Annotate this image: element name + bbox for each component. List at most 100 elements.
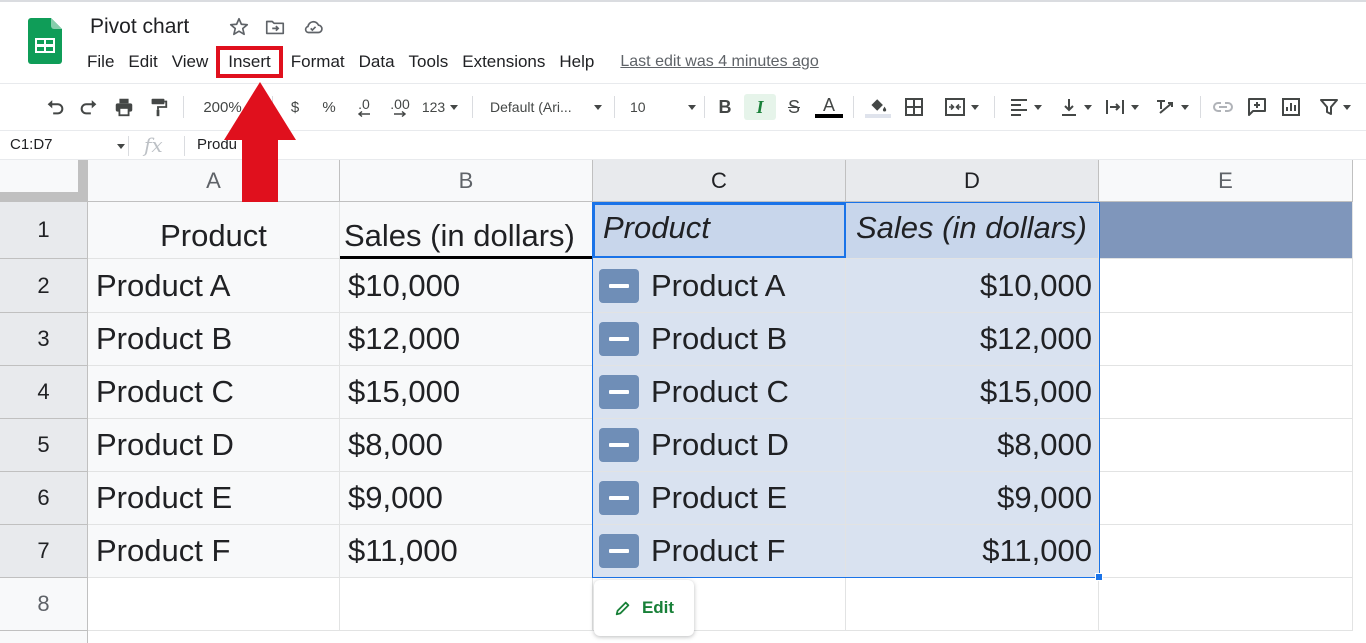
cell-c1[interactable]: Product — [593, 202, 846, 259]
row-header-7[interactable]: 7 — [0, 525, 88, 578]
collapse-group-button[interactable] — [599, 481, 639, 515]
cell-c2[interactable]: Product A — [593, 259, 846, 313]
cell-d2[interactable]: $10,000 — [846, 259, 1099, 313]
fill-handle[interactable] — [1095, 573, 1103, 581]
cell-b4[interactable]: $15,000 — [340, 366, 593, 419]
cell-b2[interactable]: $10,000 — [340, 259, 593, 313]
strikethrough-button[interactable]: S — [782, 94, 806, 120]
row-header-4[interactable]: 4 — [0, 366, 88, 419]
cell-a7[interactable]: Product F — [88, 525, 340, 578]
cell-b7[interactable]: $11,000 — [340, 525, 593, 578]
last-edit-link[interactable]: Last edit was 4 minutes ago — [620, 53, 818, 71]
cell-e8[interactable] — [1099, 578, 1353, 631]
cell-c6[interactable]: Product E — [593, 472, 846, 525]
star-icon[interactable] — [228, 16, 250, 38]
text-rotation-button[interactable] — [1150, 94, 1192, 120]
filter-button[interactable] — [1314, 94, 1356, 120]
cell-b6[interactable]: $9,000 — [340, 472, 593, 525]
cell-a6[interactable]: Product E — [88, 472, 340, 525]
row-header-8[interactable]: 8 — [0, 578, 88, 631]
text-wrapping-button[interactable] — [1100, 94, 1142, 120]
cell-b5[interactable]: $8,000 — [340, 419, 593, 472]
pivot-edit-button[interactable]: Edit — [594, 580, 694, 636]
collapse-group-button[interactable] — [599, 375, 639, 409]
font-size-select[interactable]: 10 — [624, 94, 696, 120]
collapse-group-button[interactable] — [599, 268, 639, 303]
horizontal-align-button[interactable] — [1004, 94, 1046, 120]
menu-file[interactable]: File — [80, 49, 121, 75]
cell-e4[interactable] — [1099, 366, 1353, 419]
menu-help[interactable]: Help — [552, 49, 601, 75]
cloud-saved-icon[interactable] — [302, 16, 324, 38]
percent-format-button[interactable]: % — [318, 94, 340, 120]
paint-format-icon[interactable] — [145, 94, 171, 120]
increase-decimal-button[interactable]: .00 — [386, 94, 414, 120]
borders-button[interactable] — [901, 94, 927, 120]
cell-b3[interactable]: $12,000 — [340, 313, 593, 366]
name-box[interactable]: C1:D7 — [10, 136, 53, 153]
cell-e5[interactable] — [1099, 419, 1353, 472]
move-to-folder-icon[interactable] — [264, 16, 286, 38]
cell-d3[interactable]: $12,000 — [846, 313, 1099, 366]
font-family-select[interactable]: Default (Ari... — [484, 94, 602, 120]
sheets-logo-icon[interactable] — [28, 18, 62, 64]
row-header-1[interactable]: 1 — [0, 202, 88, 259]
text-color-button[interactable]: A — [814, 94, 844, 120]
vertical-align-button[interactable] — [1054, 94, 1096, 120]
cell-a1[interactable]: Product — [88, 202, 340, 259]
cell-e1[interactable] — [1099, 202, 1353, 259]
column-header-b[interactable]: B — [340, 160, 593, 202]
collapse-group-button[interactable] — [599, 534, 639, 568]
cell-a2[interactable]: Product A — [88, 259, 340, 313]
menu-format[interactable]: Format — [284, 49, 352, 75]
cell-b1[interactable]: Sales (in dollars) — [340, 202, 593, 259]
cell-e6[interactable] — [1099, 472, 1353, 525]
menu-edit[interactable]: Edit — [121, 49, 164, 75]
menu-insert[interactable]: Insert — [216, 46, 283, 78]
insert-link-button[interactable] — [1210, 94, 1236, 120]
more-formats-select[interactable]: 123 — [420, 94, 460, 120]
cell-a4[interactable]: Product C — [88, 366, 340, 419]
row-header-6[interactable]: 6 — [0, 472, 88, 525]
cell-a5[interactable]: Product D — [88, 419, 340, 472]
cell-c5[interactable]: Product D — [593, 419, 846, 472]
cell-d8[interactable] — [846, 578, 1099, 631]
column-header-c[interactable]: C — [593, 160, 846, 202]
fill-color-button[interactable] — [864, 94, 892, 120]
cell-d5[interactable]: $8,000 — [846, 419, 1099, 472]
decrease-decimal-button[interactable]: .0 — [352, 94, 376, 120]
cell-c4[interactable]: Product C — [593, 366, 846, 419]
cell-a8[interactable] — [88, 578, 340, 631]
collapse-group-button[interactable] — [599, 322, 639, 356]
cell-e2[interactable] — [1099, 259, 1353, 313]
cell-d6[interactable]: $9,000 — [846, 472, 1099, 525]
menu-data[interactable]: Data — [352, 49, 402, 75]
merge-cells-button[interactable] — [936, 94, 986, 120]
document-title[interactable]: Pivot chart — [90, 15, 189, 39]
collapse-group-button[interactable] — [599, 428, 639, 462]
chevron-down-icon[interactable] — [117, 144, 125, 149]
bold-button[interactable]: B — [714, 94, 736, 120]
cell-a3[interactable]: Product B — [88, 313, 340, 366]
column-header-d[interactable]: D — [846, 160, 1099, 202]
undo-icon[interactable] — [42, 94, 68, 120]
cell-d1[interactable]: Sales (in dollars) — [846, 202, 1099, 259]
insert-comment-button[interactable] — [1244, 94, 1270, 120]
redo-icon[interactable] — [76, 94, 102, 120]
insert-chart-button[interactable] — [1278, 94, 1304, 120]
row-header-5[interactable]: 5 — [0, 419, 88, 472]
menu-tools[interactable]: Tools — [402, 49, 456, 75]
freeze-row-handle[interactable] — [0, 192, 88, 202]
cell-d7[interactable]: $11,000 — [846, 525, 1099, 578]
cell-c7[interactable]: Product F — [593, 525, 846, 578]
cell-c3[interactable]: Product B — [593, 313, 846, 366]
cell-d4[interactable]: $15,000 — [846, 366, 1099, 419]
column-header-a[interactable]: A — [88, 160, 340, 202]
column-header-e[interactable]: E — [1099, 160, 1353, 202]
italic-button[interactable]: I — [744, 94, 776, 120]
menu-view[interactable]: View — [165, 49, 216, 75]
cell-b8[interactable] — [340, 578, 593, 631]
row-header-9[interactable] — [0, 631, 88, 643]
row-header-2[interactable]: 2 — [0, 259, 88, 313]
cell-e7[interactable] — [1099, 525, 1353, 578]
